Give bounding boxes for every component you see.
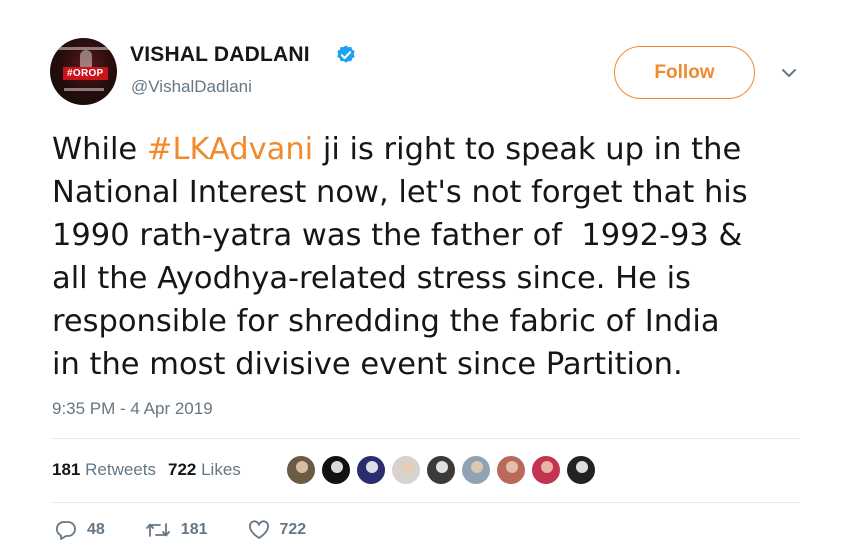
liker-avatar[interactable] (565, 454, 597, 486)
retweets-count: 181 (52, 460, 81, 479)
liker-avatar[interactable] (530, 454, 562, 486)
divider (50, 438, 800, 439)
tweet-text: While #LKAdvani ji is right to speak up … (52, 128, 822, 386)
retweets-label: Retweets (85, 460, 156, 479)
follow-button[interactable]: Follow (614, 46, 755, 99)
liker-avatar[interactable] (355, 454, 387, 486)
retweet-count: 181 (180, 521, 208, 538)
retweet-action[interactable]: 181 (145, 520, 208, 540)
author-name[interactable]: VISHAL DADLANI (130, 43, 310, 67)
like-count: 722 (279, 521, 307, 538)
tweet-text-body: ji is right to speak up in the National … (52, 132, 748, 382)
retweets-stat[interactable]: 181 Retweets (52, 460, 156, 480)
tweet-timestamp[interactable]: 9:35 PM - 4 Apr 2019 (52, 399, 213, 419)
likes-label: Likes (201, 460, 241, 479)
liker-avatar[interactable] (320, 454, 352, 486)
author-handle[interactable]: @VishalDadlani (131, 77, 252, 97)
liker-avatar[interactable] (390, 454, 422, 486)
liker-avatar[interactable] (285, 454, 317, 486)
reply-action[interactable]: 48 (55, 520, 105, 540)
avatar-badge: #OROP (63, 67, 108, 80)
retweet-icon (145, 523, 170, 537)
chevron-down-icon[interactable] (780, 66, 798, 80)
likes-count: 722 (167, 460, 197, 479)
hashtag-link[interactable]: #LKAdvani (147, 132, 313, 167)
tweet-actions: 48 181 722 (55, 520, 346, 540)
liker-avatar[interactable] (425, 454, 457, 486)
liked-by-avatars (285, 454, 600, 488)
reply-count: 48 (87, 521, 105, 538)
like-action[interactable]: 722 (248, 520, 307, 540)
tweet-stats: 181 Retweets 722 Likes (52, 460, 241, 480)
tweet-text-prefix: While (52, 132, 147, 167)
avatar-figure (80, 50, 92, 68)
reply-icon (55, 521, 76, 540)
author-avatar[interactable]: #OROP (50, 38, 117, 105)
liker-avatar[interactable] (495, 454, 527, 486)
liker-avatar[interactable] (460, 454, 492, 486)
likes-stat[interactable]: 722 Likes (168, 460, 241, 480)
divider (50, 502, 800, 503)
avatar-caption-line (64, 88, 104, 91)
verified-badge-icon (337, 45, 355, 63)
heart-icon (248, 520, 269, 539)
